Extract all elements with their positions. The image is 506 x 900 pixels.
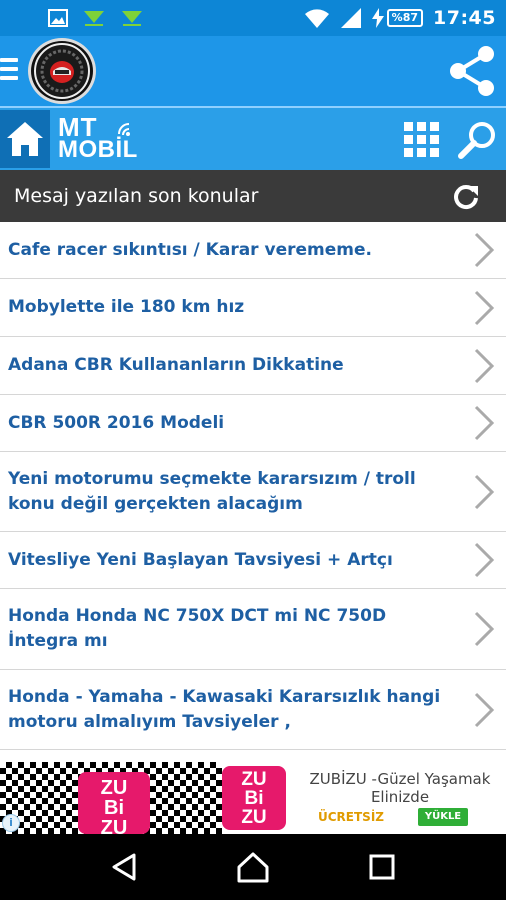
ad-free-label: ÜCRETSİZ [318,810,384,824]
topic-title: Mobylette ile 180 km hız [8,297,245,317]
home-icon [7,122,43,156]
grid-menu-button[interactable] [404,122,440,158]
chevron-right-icon [474,474,495,509]
home-button[interactable] [0,110,50,168]
recents-icon [369,854,395,880]
refresh-button[interactable] [452,182,480,210]
share-button[interactable] [446,44,498,98]
charging-icon [371,8,384,28]
notification-icons [0,9,144,27]
download-icon [122,11,142,26]
list-item[interactable]: Honda - Yamaha - Kawasaki Kararsızlık ha… [0,670,506,750]
status-bar: %87 17:45 [0,0,506,36]
info-icon[interactable]: i [2,814,20,832]
chevron-right-icon [474,542,495,578]
ad-install-button[interactable]: YÜKLE [418,808,468,826]
signal-icon [340,8,361,28]
list-item[interactable]: Mobylette ile 180 km hız [0,279,506,337]
battery-level: %87 [386,9,424,27]
app-bar [0,36,506,106]
chevron-right-icon [474,232,495,268]
share-icon [450,46,494,96]
list-item[interactable]: Cafe racer sıkıntısı / Karar verememe. [0,222,506,279]
chevron-right-icon [474,290,495,325]
section-title: Mesaj yazılan son konular [14,185,259,207]
section-header: Mesaj yazılan son konular [0,170,506,222]
brand-bottom-text: MOBİL [58,136,138,163]
signal-waves-icon [118,123,130,136]
toolbar: MT MOBİL [0,106,506,170]
topic-list: Cafe racer sıkıntısı / Karar verememe. M… [0,222,506,762]
ad-banner[interactable]: ZU Bi ZU ZU Bi ZU ZUBİZU -Güzel Yaşamak … [0,762,506,838]
helmet-logo-icon [34,43,90,99]
chevron-right-icon [474,692,495,727]
list-item[interactable]: CBR 500R 2016 Modeli [0,395,506,452]
image-icon [48,9,68,27]
grid-icon [404,122,439,157]
chevron-right-icon [474,611,495,647]
chevron-right-icon [474,405,495,441]
back-icon [112,853,136,881]
ad-brand-tile: ZU Bi ZU [78,772,150,838]
topic-title: Honda Honda NC 750X DCT mi NC 750D İnteg… [8,606,387,651]
topic-title: Cafe racer sıkıntısı / Karar verememe. [8,239,372,260]
topic-title: Yeni motorumu seçmekte kararsızım / trol… [8,468,416,514]
list-item[interactable]: Yeni motorumu seçmekte kararsızım / trol… [0,452,506,532]
topic-title: CBR 500R 2016 Modeli [8,412,225,433]
topic-title: Honda - Yamaha - Kawasaki Kararsızlık ha… [8,686,441,732]
list-item[interactable]: Honda Honda NC 750X DCT mi NC 750D İnteg… [0,589,506,670]
ad-brand-logo: ZU Bi ZU [222,766,286,830]
system-nav-bar [0,834,506,900]
home-outline-icon [237,852,269,883]
topic-title: Adana CBR Kullananların Dikkatine [8,355,344,375]
clock: 17:45 [433,7,496,29]
ad-headline: ZUBİZU -Güzel Yaşamak Elinizde [309,770,491,806]
back-button[interactable] [104,847,144,887]
list-item[interactable] [0,750,506,762]
chevron-right-icon [474,348,495,383]
refresh-icon [454,185,478,210]
list-item[interactable]: Vitesliye Yeni Başlayan Tavsiyesi + Artç… [0,532,506,589]
app-logo [28,38,96,104]
system-indicators: %87 17:45 [304,0,496,36]
recents-button[interactable] [362,847,402,887]
home-nav-button[interactable] [233,847,273,887]
search-button[interactable] [458,120,498,160]
app-screen: %87 17:45 MT MOBİL Mesaj yazılan son kon… [0,0,506,900]
battery-indicator: %87 [371,8,424,28]
search-icon [458,122,495,159]
wifi-icon [304,9,329,28]
list-item[interactable]: Adana CBR Kullananların Dikkatine [0,337,506,395]
topic-title: Vitesliye Yeni Başlayan Tavsiyesi + Artç… [8,549,393,570]
download-icon [84,11,104,26]
hamburger-icon[interactable] [0,58,18,82]
